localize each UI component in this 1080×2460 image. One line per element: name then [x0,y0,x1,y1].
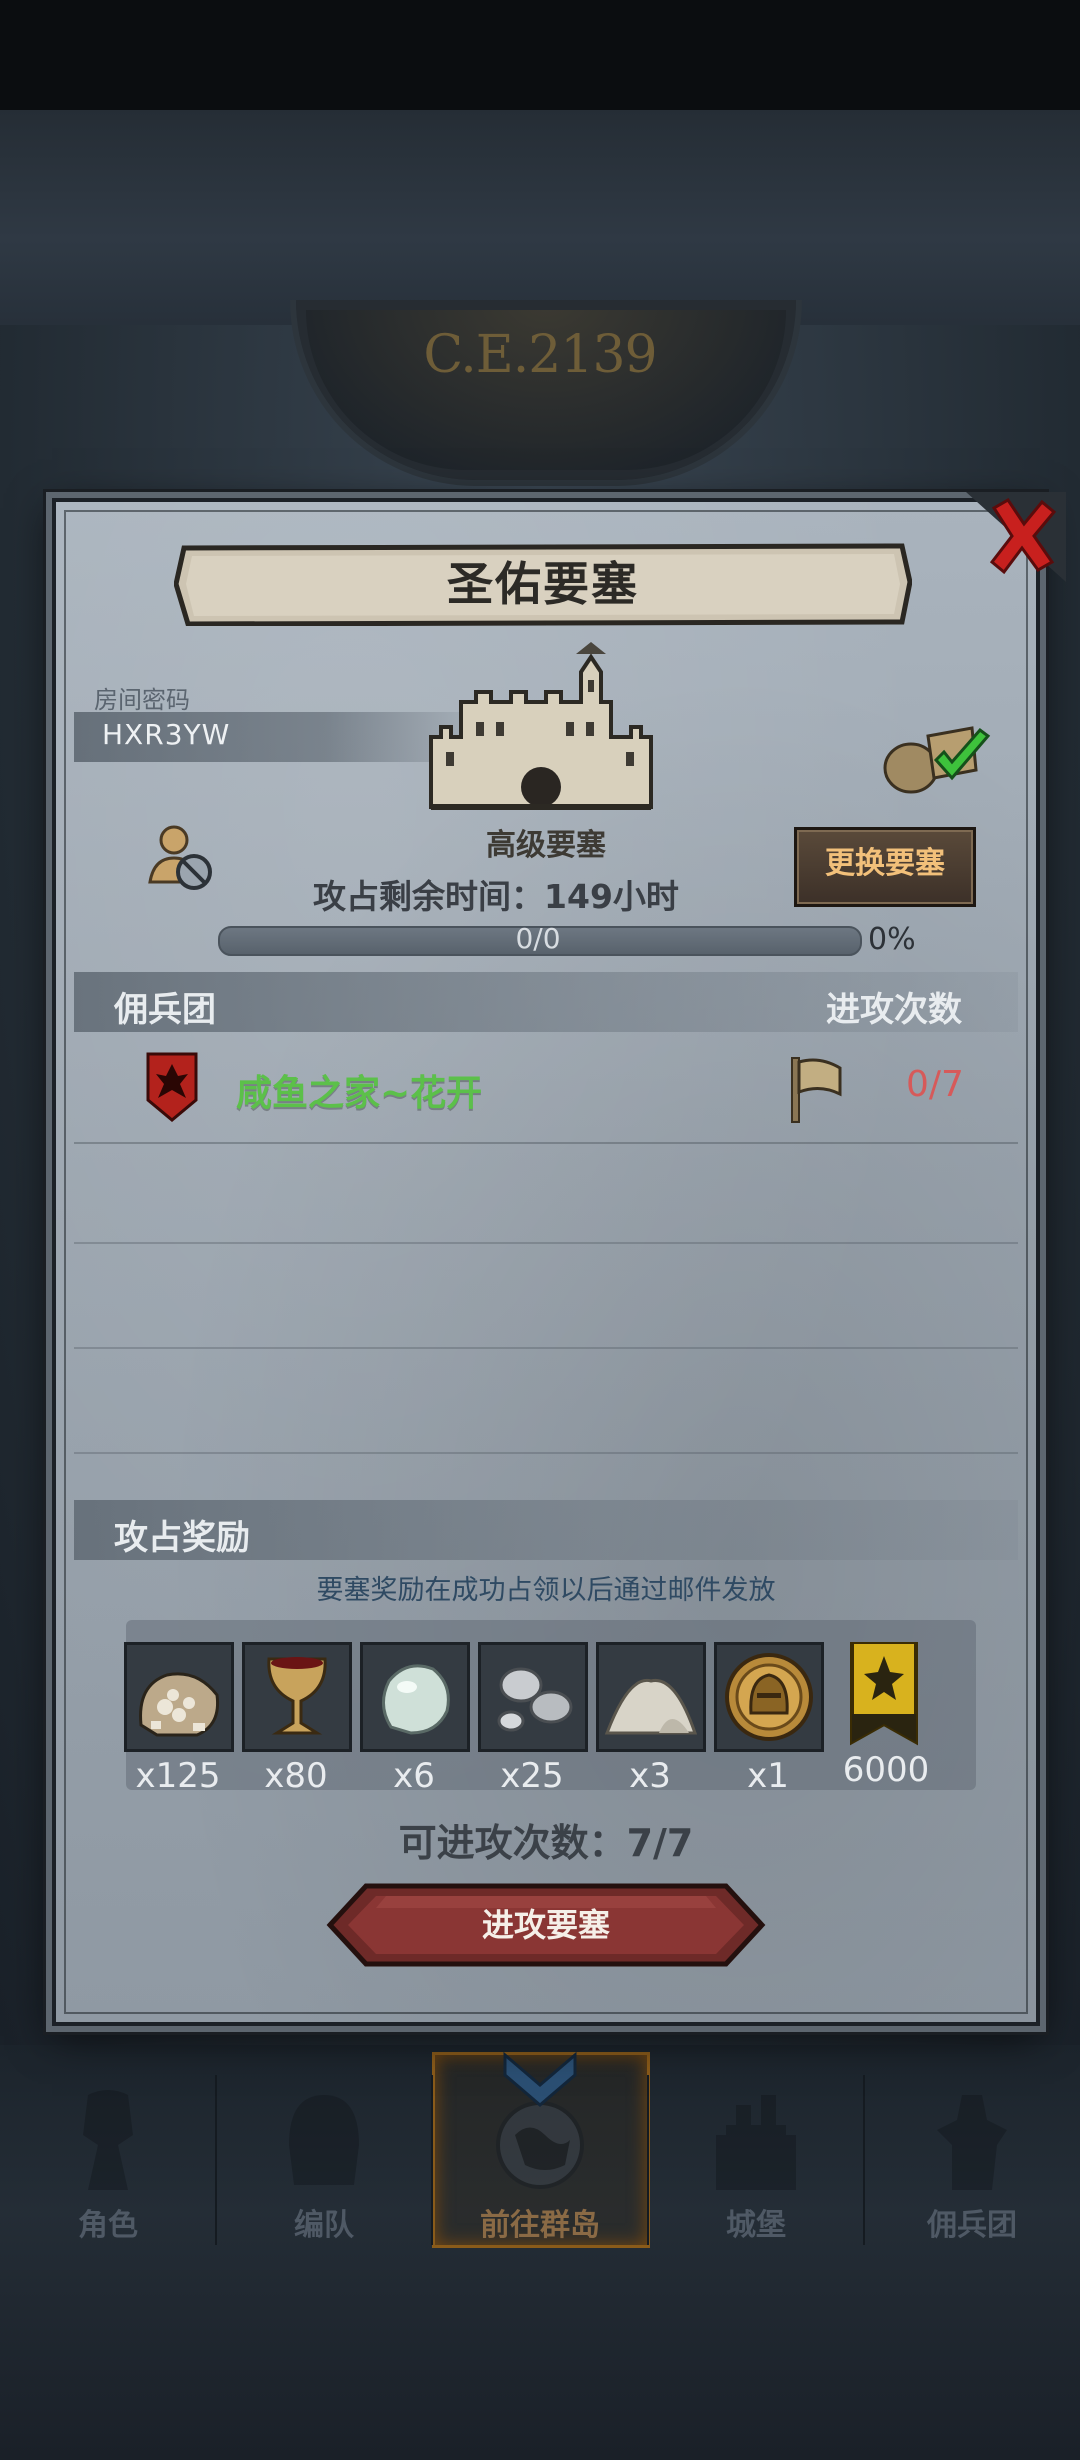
reward-qty: x25 [500,1756,564,1796]
helmet-icon [289,2095,359,2185]
guild-row[interactable] [74,1042,1018,1144]
reward-item[interactable]: x1 [714,1642,824,1796]
status-bar [0,0,1080,110]
gold-helmet-coin-icon [714,1642,824,1752]
attack-count-header-label: 进攻次数 [826,990,962,1030]
attack-fortress-label: 进攻要塞 [481,1906,610,1944]
nav-item-castle[interactable]: 城堡 [648,2055,864,2255]
nav-item-character[interactable]: 角色 [0,2055,216,2255]
fortress-dialog: 圣佑要塞 房间密码 HXR3YW 高级要塞 更换要塞 攻占剩余时间：149小时 [52,492,1066,2026]
reward-qty: x125 [135,1756,221,1796]
close-button[interactable] [966,492,1066,582]
empty-guild-row-divider [74,1347,1018,1349]
reward-bags-check-icon[interactable] [876,708,996,798]
attempts-left: 可进攻次数：7/7 [398,1821,694,1865]
goblet-icon [242,1642,352,1752]
empty-guild-row-divider [74,1242,1018,1244]
reward-qty: x80 [264,1756,328,1796]
fortress-castle-icon [429,642,653,810]
capture-time-remaining: 攻占剩余时间：149小时 [313,877,679,916]
reward-item[interactable]: x25 [478,1642,588,1796]
empty-guild-row-divider [74,1452,1018,1454]
page-title: 圣佑要塞 [447,557,639,611]
capture-progress-percent: 0% [868,922,916,957]
reward-qty: x1 [747,1756,789,1796]
nav-label: 前往群岛 [480,2208,600,2243]
nav-item-mercenary[interactable]: 佣兵团 [864,2055,1080,2255]
reward-qty: x6 [393,1756,435,1796]
chevron-down-icon [503,2051,577,2107]
room-code-value[interactable]: HXR3YW [102,718,230,751]
mercenary-icon [937,2095,1007,2190]
reward-item[interactable]: 6000 [832,1642,940,1790]
ore-sack-icon [124,1642,234,1752]
reward-item[interactable]: x3 [596,1642,706,1796]
change-fortress-button[interactable]: 更换要塞 [794,827,976,907]
nav-label: 佣兵团 [927,2208,1017,2243]
background-haze [0,110,1080,325]
knight-icon [83,2090,133,2190]
fortress-type-label: 高级要塞 [486,828,606,863]
title-banner: 圣佑要塞 [174,542,912,626]
reward-item[interactable]: x80 [242,1642,352,1796]
guild-emblem-icon [146,1052,198,1122]
nav-label: 编队 [294,2208,354,2243]
reward-item[interactable]: x6 [360,1642,470,1796]
powder-pile-icon [596,1642,706,1752]
reward-header-label: 攻占奖励 [114,1518,250,1558]
castle-icon [716,2095,796,2190]
nav-label: 角色 [78,2208,138,2243]
reward-note: 要塞奖励在成功占领以后通过邮件发放 [316,1575,776,1606]
room-code-label: 房间密码 [94,686,190,714]
era-label: C.E.2139 [423,325,657,385]
guild-name: 咸鱼之家~花开 [236,1073,483,1114]
reward-qty: 6000 [842,1750,930,1790]
honor-banner-icon [850,1642,918,1746]
mercenary-header-label: 佣兵团 [114,990,216,1030]
capture-progress-text: 0/0 [515,922,561,955]
pearl-icon [360,1642,470,1752]
nav-item-formation[interactable]: 编队 [216,2055,432,2255]
silver-orbs-icon [478,1642,588,1752]
reward-qty: x3 [629,1756,671,1796]
nav-label: 城堡 [726,2208,786,2243]
reward-item[interactable]: x125 [124,1642,234,1796]
guild-attack-count: 0/7 [906,1064,964,1105]
flag-icon [791,1057,842,1123]
